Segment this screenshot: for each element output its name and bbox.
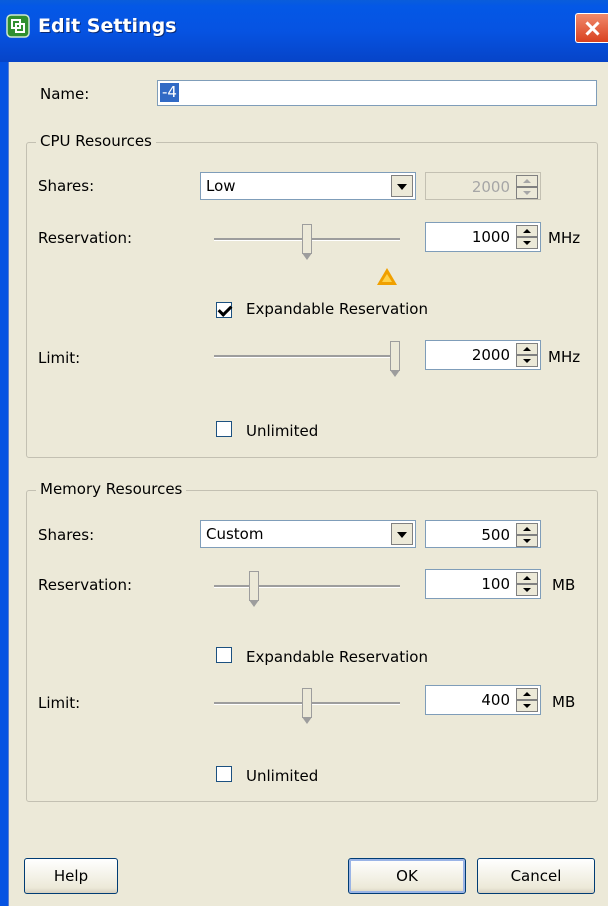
cpu-shares-label: Shares: — [38, 177, 95, 195]
memory-resources-legend: Memory Resources — [36, 480, 187, 498]
memory-limit-value: 400 — [481, 691, 510, 709]
name-input-value: -4 — [160, 83, 179, 102]
cpu-reservation-unit: MHz — [548, 229, 581, 247]
cpu-limit-value: 2000 — [471, 346, 510, 364]
memory-unlimited-label: Unlimited — [246, 767, 319, 785]
cpu-limit-spinner[interactable]: 2000 — [425, 340, 541, 370]
spin-down-icon[interactable] — [516, 584, 538, 596]
memory-shares-number: 500 — [481, 526, 510, 544]
spin-down-icon — [516, 187, 538, 199]
cpu-reservation-spinner[interactable]: 1000 — [425, 222, 541, 252]
cpu-reservation-slider[interactable] — [214, 220, 400, 260]
memory-reservation-unit: MB — [552, 576, 576, 594]
cpu-limit-unit: MHz — [548, 348, 581, 366]
memory-reservation-spinner[interactable]: 100 — [425, 569, 541, 599]
spin-up-icon[interactable] — [516, 343, 538, 355]
memory-unlimited-checkbox[interactable] — [216, 766, 232, 782]
cancel-button[interactable]: Cancel — [477, 858, 595, 894]
app-icon — [6, 14, 30, 38]
memory-limit-spinner[interactable]: 400 — [425, 685, 541, 715]
spin-down-icon[interactable] — [516, 700, 538, 712]
edit-settings-dialog: Edit Settings Name: -4 CPU Resources Sha… — [0, 0, 608, 906]
spin-up-icon[interactable] — [516, 523, 538, 535]
memory-shares-label: Shares: — [38, 526, 95, 544]
cpu-reservation-slider-thumb[interactable] — [302, 224, 312, 260]
spin-down-icon[interactable] — [516, 535, 538, 547]
cpu-unlimited-checkbox[interactable] — [216, 421, 232, 437]
memory-reservation-label: Reservation: — [38, 576, 133, 594]
cpu-limit-label: Limit: — [38, 349, 81, 367]
cpu-shares-value: Low — [206, 177, 236, 195]
close-button[interactable] — [575, 13, 608, 43]
window-title: Edit Settings — [38, 15, 177, 37]
memory-limit-label: Limit: — [38, 694, 81, 712]
spin-up-icon — [516, 175, 538, 187]
name-label: Name: — [40, 85, 90, 103]
spin-up-icon[interactable] — [516, 688, 538, 700]
chevron-down-icon[interactable] — [391, 523, 413, 545]
memory-limit-unit: MB — [552, 693, 576, 711]
memory-reservation-value: 100 — [481, 575, 510, 593]
name-input[interactable]: -4 — [157, 80, 597, 106]
memory-limit-slider-thumb[interactable] — [302, 688, 312, 724]
cpu-limit-slider-thumb[interactable] — [390, 341, 400, 377]
memory-limit-slider[interactable] — [214, 684, 400, 724]
cpu-expandable-label: Expandable Reservation — [246, 300, 428, 318]
cpu-unlimited-label: Unlimited — [246, 422, 319, 440]
cpu-shares-number: 2000 — [471, 178, 510, 196]
cpu-shares-spinner: 2000 — [425, 172, 541, 200]
memory-reservation-slider-thumb[interactable] — [249, 571, 259, 607]
memory-expandable-checkbox[interactable] — [216, 647, 232, 663]
cpu-shares-dropdown[interactable]: Low — [200, 172, 416, 200]
memory-shares-dropdown[interactable]: Custom — [200, 520, 416, 548]
spin-down-icon[interactable] — [516, 355, 538, 367]
cpu-limit-slider[interactable] — [214, 337, 400, 377]
cpu-expandable-checkbox[interactable] — [216, 302, 232, 318]
spin-down-icon[interactable] — [516, 237, 538, 249]
cpu-reservation-value: 1000 — [471, 228, 510, 246]
chevron-down-icon[interactable] — [391, 175, 413, 197]
memory-shares-spinner[interactable]: 500 — [425, 520, 541, 548]
ok-button[interactable]: OK — [348, 858, 466, 894]
help-button[interactable]: Help — [24, 858, 118, 894]
spin-up-icon[interactable] — [516, 572, 538, 584]
memory-shares-value: Custom — [206, 525, 264, 543]
cpu-resources-legend: CPU Resources — [36, 132, 156, 150]
title-bar[interactable]: Edit Settings — [0, 0, 608, 62]
spin-up-icon[interactable] — [516, 225, 538, 237]
cpu-reservation-label: Reservation: — [38, 229, 133, 247]
memory-reservation-slider[interactable] — [214, 567, 400, 607]
memory-expandable-label: Expandable Reservation — [246, 648, 428, 666]
warning-triangle-icon-inner — [382, 274, 392, 282]
